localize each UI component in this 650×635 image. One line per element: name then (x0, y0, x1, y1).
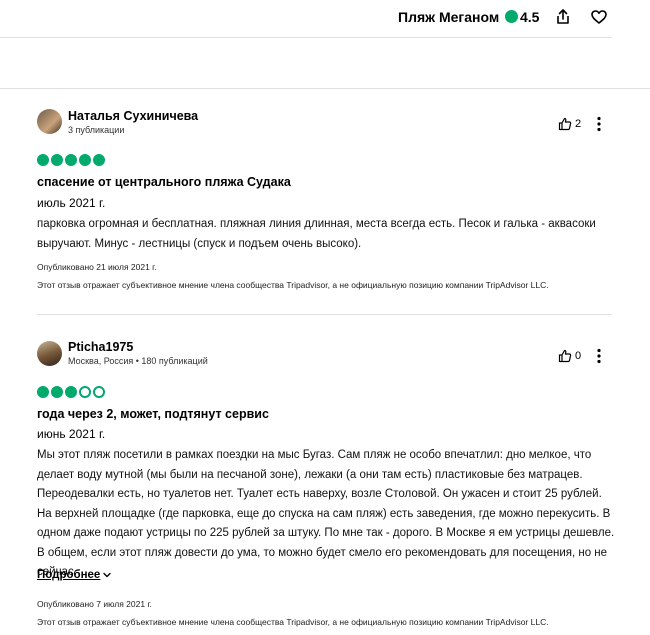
more-options-icon[interactable] (594, 348, 604, 364)
published-date: Опубликовано 21 июля 2021 г. (37, 262, 157, 272)
rating-bubble-empty (93, 386, 105, 398)
more-options-icon[interactable] (594, 116, 604, 132)
rating-bubble-full (51, 386, 63, 398)
rating-bubble-full (37, 386, 49, 398)
helpful-vote-button[interactable]: 0 (558, 348, 581, 364)
review-disclaimer: Этот отзыв отражает субъективное мнение … (37, 280, 549, 290)
thumbs-up-icon (558, 349, 572, 363)
divider (0, 88, 650, 89)
review-disclaimer: Этот отзыв отражает субъективное мнение … (37, 617, 549, 627)
top-bar: Пляж Меганом 4.5 (0, 0, 650, 36)
rating-bubble-full (79, 154, 91, 166)
avatar[interactable] (37, 109, 62, 134)
rating-bubble-full (93, 154, 105, 166)
review-title[interactable]: спасение от центрального пляжа Судака (37, 175, 291, 189)
page-title: Пляж Меганом (398, 9, 500, 25)
read-more-link[interactable]: Подробнее (37, 569, 112, 581)
author-name[interactable]: Pticha1975 (68, 340, 133, 354)
rating-bubbles (37, 154, 105, 168)
visit-date: июнь 2021 г. (37, 427, 106, 441)
helpful-vote-count: 0 (575, 350, 582, 362)
avatar[interactable] (37, 341, 62, 366)
divider (0, 37, 612, 38)
author-name[interactable]: Наталья Сухиничева (68, 109, 198, 123)
author-meta: 3 публикации (68, 125, 125, 135)
rating-bubble-empty (79, 386, 91, 398)
overall-rating: 4.5 (520, 9, 540, 25)
helpful-vote-count: 2 (575, 118, 582, 130)
rating-bubble-full (51, 154, 63, 166)
review-text: Мы этот пляж посетили в рамках поездки н… (37, 449, 615, 578)
author-meta: Москва, Россия • 180 публикаций (68, 356, 208, 366)
divider (37, 314, 612, 315)
rating-bubble-full (65, 154, 77, 166)
chevron-down-icon (103, 572, 112, 578)
rating-bubble-full (37, 154, 49, 166)
share-icon[interactable] (554, 8, 572, 26)
rating-bubble-full (65, 386, 77, 398)
visit-date: июль 2021 г. (37, 196, 106, 210)
review-title[interactable]: года через 2, может, подтянут сервис (37, 407, 269, 421)
heart-icon[interactable] (590, 8, 608, 26)
rating-bubbles (37, 386, 105, 400)
published-date: Опубликовано 7 июля 2021 г. (37, 599, 152, 609)
rating-bubble-icon (505, 10, 518, 23)
thumbs-up-icon (558, 117, 572, 131)
review-text: парковка огромная и бесплатная. пляжная … (37, 218, 596, 250)
read-more-label: Подробнее (37, 569, 101, 581)
helpful-vote-button[interactable]: 2 (558, 116, 581, 132)
